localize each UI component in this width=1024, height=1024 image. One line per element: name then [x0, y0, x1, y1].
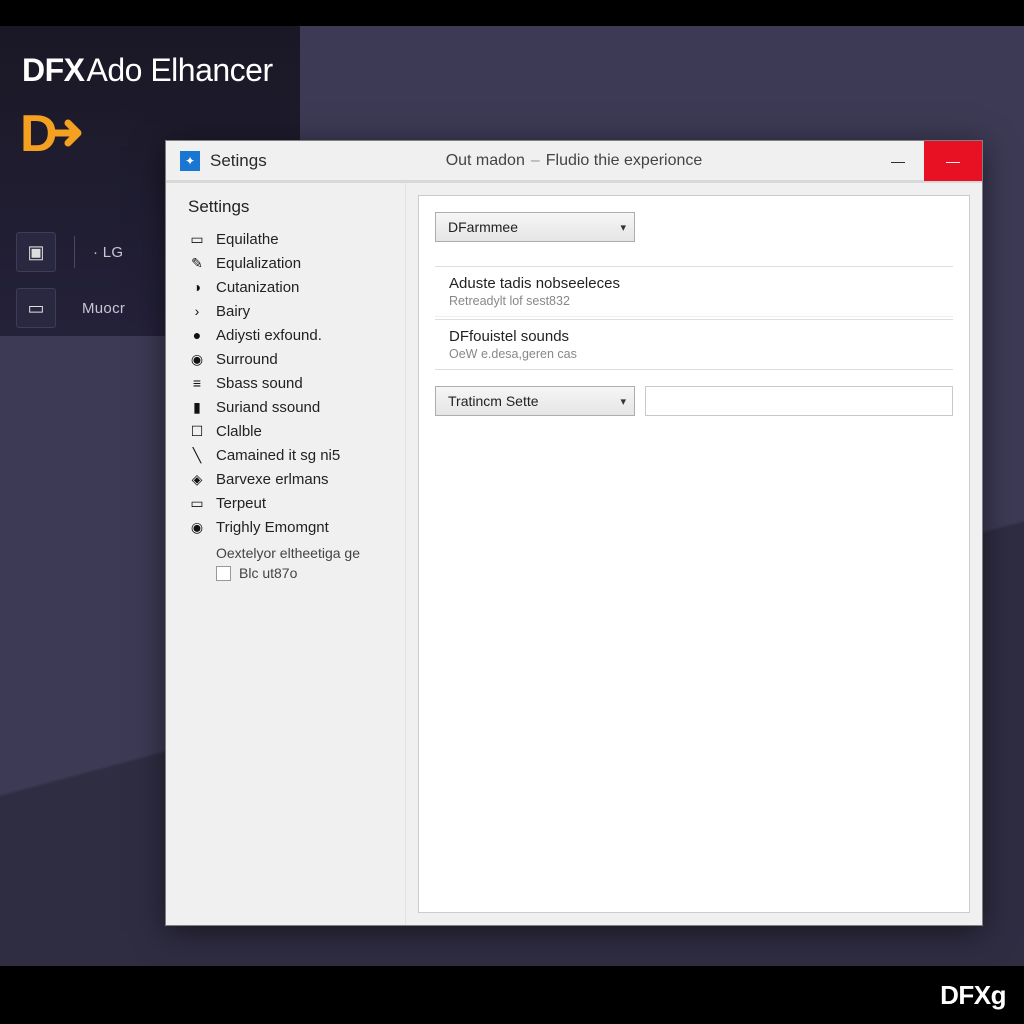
sidebar-item-adjust[interactable]: ●Adiysti exfound. [188, 323, 395, 347]
close-button[interactable]: — [924, 141, 982, 181]
sidebar-subtext: Oextelyor eltheetiga ge [216, 545, 395, 561]
sidebar-item-surround[interactable]: ◉Surround [188, 347, 395, 371]
app-logo: D [20, 104, 98, 164]
chevron-icon: › [188, 302, 206, 320]
footer: DFXg [0, 966, 1024, 1024]
titlebar[interactable]: ✦ Setings Out madon–Fludio thie experion… [166, 141, 982, 181]
toolbar-button-1[interactable]: ▣ [16, 232, 56, 272]
circle-icon: ◉ [188, 350, 206, 368]
panel-icon: ▣ [27, 242, 44, 263]
sidebar-item-suriand[interactable]: ▮Suriand ssound [188, 395, 395, 419]
panel-sounds[interactable]: DFfouistel sounds OeW e.desa,geren cas [435, 319, 953, 370]
contrast-icon: ◑ [188, 278, 206, 296]
settings-text-field[interactable] [645, 386, 953, 416]
chevron-down-icon: ▾ [620, 395, 626, 408]
window-app-icon: ✦ [180, 151, 200, 171]
checkbox-icon [216, 566, 231, 581]
settings-dropdown[interactable]: Tratincm Sette ▾ [435, 386, 635, 416]
sidebar-item-trighly[interactable]: ◉Trighly Emomgnt [188, 515, 395, 539]
sidebar-item-sbass[interactable]: ≡Sbass sound [188, 371, 395, 395]
settings-window: ✦ Setings Out madon–Fludio thie experion… [165, 140, 983, 926]
panel-adjust[interactable]: Aduste tadis nobseeleces Retreadylt lof … [435, 266, 953, 317]
sidebar-item-clalble[interactable]: ☐Clalble [188, 419, 395, 443]
pencil-icon: ✎ [188, 254, 206, 272]
dot-icon: ● [188, 326, 206, 344]
chevron-down-icon: ▾ [620, 221, 626, 234]
profile-dropdown[interactable]: DFarmmee ▾ [435, 212, 635, 242]
rect-icon: ▭ [188, 494, 206, 512]
sidebar-checkbox[interactable]: Blc ut87o [216, 565, 395, 581]
content-area: DFarmmee ▾ Aduste tadis nobseeleces Retr… [418, 195, 970, 913]
window-subtitle: Out madon–Fludio thie experionce [166, 152, 982, 170]
sidebar-item-equilathe[interactable]: ▭Equilathe [188, 227, 395, 251]
sidebar-item-bairy[interactable]: ›Bairy [188, 299, 395, 323]
sidebar-item-equalization[interactable]: ✎Equlalization [188, 251, 395, 275]
diamond-icon: ◈ [188, 470, 206, 488]
block-icon: ▮ [188, 398, 206, 416]
box-icon: ▭ [188, 230, 206, 248]
toolbar-separator [74, 236, 75, 268]
sidebar-item-barvexe[interactable]: ◈Barvexe erlmans [188, 467, 395, 491]
sidebar-heading: Settings [188, 197, 395, 217]
app-title: DFXAdo Elhancer [22, 52, 273, 89]
minimize-button[interactable]: — [872, 141, 924, 181]
target-icon: ◉ [188, 518, 206, 536]
sidebar-item-cutanization[interactable]: ◑Cutanization [188, 275, 395, 299]
footer-brand: DFXg [940, 980, 1006, 1011]
settings-sidebar: Settings ▭Equilathe ✎Equlalization ◑Cuta… [166, 183, 406, 925]
sidebar-item-camained[interactable]: ╲Camained it sg ni5 [188, 443, 395, 467]
square-icon: ☐ [188, 422, 206, 440]
window-icon: ▭ [27, 298, 44, 319]
equalizer-icon: ≡ [188, 374, 206, 392]
sidebar-item-terpeut[interactable]: ▭Terpeut [188, 491, 395, 515]
slash-icon: ╲ [188, 446, 206, 464]
toolbar-button-2[interactable]: ▭ [16, 288, 56, 328]
toolbar-label-2: Muocr [82, 300, 125, 317]
window-title: Setings [210, 151, 267, 171]
toolbar-label-1: · LG [93, 244, 123, 261]
